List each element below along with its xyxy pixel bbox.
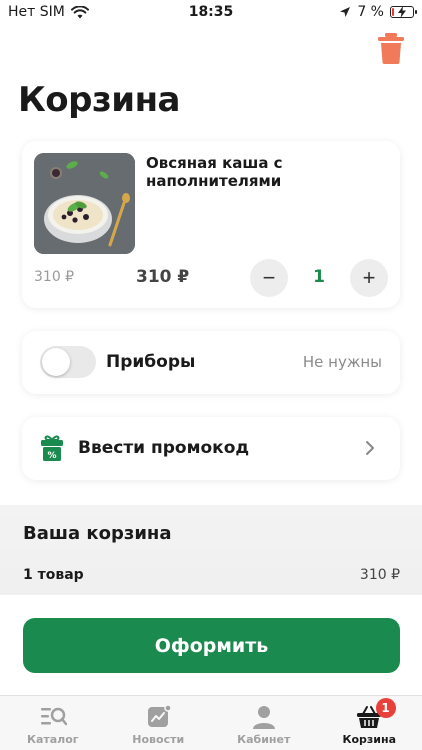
status-right: 7 % xyxy=(339,4,417,20)
cart-item-card: Овсяная каша с наполнителями 310 ₽ 310 ₽… xyxy=(22,141,400,308)
tab-account-label: Кабинет xyxy=(237,733,291,746)
product-name[interactable]: Овсяная каша с наполнителями xyxy=(146,154,346,190)
promo-code-row[interactable]: % Ввести промокод xyxy=(22,417,400,480)
increase-quantity-button[interactable]: + xyxy=(350,259,388,297)
tab-catalog[interactable]: Каталог xyxy=(0,696,106,750)
trash-icon xyxy=(378,33,404,64)
cutlery-value: Не нужны xyxy=(302,353,382,371)
checkout-button[interactable]: Оформить xyxy=(23,618,400,673)
tab-catalog-label: Каталог xyxy=(26,733,79,746)
tab-cart-label: Корзина xyxy=(342,733,397,746)
charging-bolt-icon xyxy=(398,6,406,18)
page-title: Корзина xyxy=(18,80,181,120)
catalog-search-icon xyxy=(40,707,67,726)
cart-badge: 1 xyxy=(375,698,396,718)
tab-news-label: Новости xyxy=(132,733,185,746)
product-photo xyxy=(34,153,135,254)
product-image[interactable] xyxy=(34,153,135,254)
summary-title: Ваша корзина xyxy=(23,523,172,544)
minus-icon: − xyxy=(262,265,276,290)
toggle-knob xyxy=(42,348,70,376)
plus-icon: + xyxy=(362,265,376,290)
chevron-right-icon xyxy=(366,441,374,455)
cutlery-label: Приборы xyxy=(106,352,196,372)
tab-cart[interactable]: 1 Корзина xyxy=(317,696,422,750)
summary-total: 310 ₽ xyxy=(359,567,400,583)
cutlery-option-card: Приборы Не нужны xyxy=(22,331,400,394)
user-icon xyxy=(252,706,275,729)
quantity-value: 1 xyxy=(313,267,325,287)
status-bar: Нет SIM 18:35 7 % xyxy=(0,0,422,26)
battery-icon xyxy=(390,6,417,18)
product-price: 310 ₽ xyxy=(136,267,190,287)
gift-icon: % xyxy=(41,435,63,461)
cutlery-toggle[interactable] xyxy=(40,346,96,378)
clear-cart-button[interactable] xyxy=(376,32,406,64)
svg-text:%: % xyxy=(47,451,56,461)
product-old-price: 310 ₽ xyxy=(34,269,75,285)
location-arrow-icon xyxy=(340,7,351,17)
summary-item-count: 1 товар xyxy=(23,567,84,583)
tab-news[interactable]: Новости xyxy=(106,696,212,750)
battery-level xyxy=(392,8,394,16)
promo-code-label: Ввести промокод xyxy=(78,438,250,458)
tab-account[interactable]: Кабинет xyxy=(211,696,317,750)
news-chart-icon xyxy=(148,704,172,727)
battery-percent: 7 % xyxy=(357,4,384,20)
tab-bar: Каталог Новости Кабинет 1 Корзина xyxy=(0,695,422,750)
decrease-quantity-button[interactable]: − xyxy=(250,259,288,297)
